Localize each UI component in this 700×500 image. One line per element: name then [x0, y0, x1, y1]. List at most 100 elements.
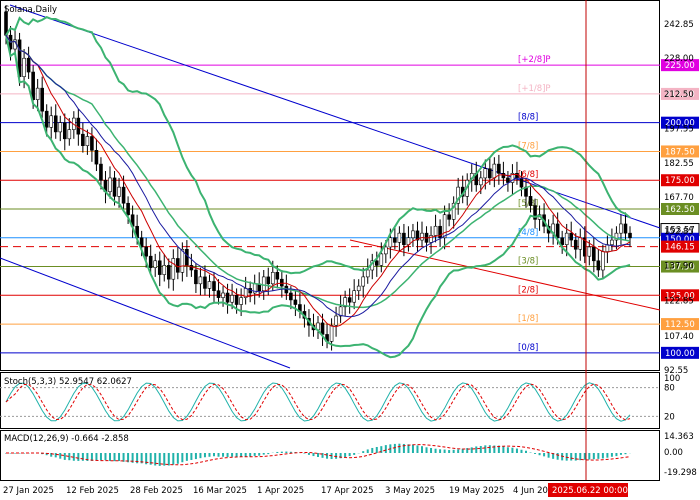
candle-body [85, 136, 90, 147]
macd-bar [538, 453, 541, 456]
macd-bar [307, 453, 310, 455]
candle-body [49, 115, 54, 128]
candle-body [31, 71, 35, 100]
macd-bar [452, 449, 455, 453]
macd-bar [543, 453, 546, 457]
candle-body [171, 258, 176, 280]
date-tick-label: 27 Jan 2025 [3, 486, 54, 496]
macd-bar [348, 453, 351, 457]
macd-bar [54, 453, 57, 458]
candle-body [176, 258, 180, 273]
macd-bar [14, 453, 17, 454]
candle-body [225, 292, 230, 303]
candle-body [148, 255, 153, 268]
candle-body [402, 232, 406, 245]
candle-body [347, 297, 352, 303]
macd-bar [502, 446, 505, 453]
macd-bar [280, 451, 283, 453]
candle-body [492, 163, 497, 179]
candle-body [573, 239, 578, 250]
stoch-tick-label: 80 [664, 384, 675, 394]
price-tick-label: 197.55 [664, 124, 694, 134]
macd-bar [588, 453, 591, 460]
candle-body [144, 246, 148, 257]
macd-bar [222, 453, 225, 457]
candle-body [334, 315, 338, 326]
macd-tick-label: 14.363 [664, 432, 694, 442]
candle-body [329, 324, 334, 342]
price-tick-label: 228.00 [664, 54, 694, 64]
murrey-label: [0/8] [518, 343, 538, 353]
macd-bar [303, 453, 306, 454]
macd-bar [619, 453, 622, 455]
macd-bar [217, 453, 220, 457]
macd-bar [515, 448, 518, 453]
candle-body [157, 260, 162, 275]
macd-bar [606, 453, 609, 458]
macd-bar [59, 453, 62, 459]
chart-title: Solana,Daily [4, 5, 57, 15]
candle-body [365, 269, 370, 278]
macd-bar [167, 453, 170, 466]
candle-body [623, 223, 628, 234]
murrey-price-label: 187.50 [665, 147, 695, 157]
candle-body [320, 322, 325, 335]
candle-body [519, 177, 524, 188]
price-line-label: 146.15 [665, 243, 695, 253]
macd-bar [235, 453, 238, 457]
macd-bar [425, 447, 428, 453]
macd-bar [104, 453, 107, 461]
price-tick-label: 122.85 [664, 296, 694, 306]
macd-bar [484, 445, 487, 453]
macd-bar [525, 450, 527, 453]
candle-body [393, 237, 397, 243]
murrey-price-label: 112.50 [665, 320, 695, 330]
candle-body [90, 136, 94, 151]
macd-bar [624, 453, 627, 455]
candle-body [270, 271, 275, 285]
candle-body [379, 253, 384, 266]
murrey-label: [3/8] [518, 257, 538, 267]
candle-body [230, 295, 234, 303]
murrey-label: [2/8] [518, 285, 538, 295]
macd-bar [583, 453, 586, 460]
candle-body [121, 186, 126, 204]
macd-tick-label: 0.00 [664, 448, 683, 458]
candle-body [35, 87, 40, 100]
candle-body [592, 246, 596, 262]
macd-bar [185, 453, 188, 461]
macd-bar [163, 453, 166, 466]
macd-bar [457, 449, 460, 453]
macd-bar [511, 447, 514, 453]
macd-bar [99, 453, 102, 461]
price-tick-label: 152.85 [664, 227, 694, 237]
macd-bar [199, 453, 202, 459]
candle-body [483, 168, 488, 179]
candle-body [411, 230, 415, 239]
macd-bar [267, 453, 270, 455]
candle-body [212, 281, 216, 292]
candle-body [99, 163, 103, 181]
candle-body [388, 237, 393, 248]
cursor-time-label: 2025.06.22 00:00 [552, 486, 628, 496]
candle-body [478, 177, 483, 186]
macd-bar [416, 445, 419, 453]
candle-body [488, 168, 492, 179]
macd-bar [226, 453, 229, 457]
macd-bar [113, 453, 116, 462]
murrey-price-label: 162.50 [665, 205, 695, 215]
candle-body [442, 214, 447, 239]
candle-body [501, 173, 506, 179]
macd-bar [615, 453, 618, 457]
macd-bar [556, 453, 559, 460]
macd-bar [276, 451, 279, 453]
candle-body [447, 214, 451, 220]
candle-body [53, 115, 58, 133]
macd-bar [63, 453, 66, 460]
macd-bar [285, 451, 288, 453]
candle-body [162, 265, 167, 275]
candle-body [26, 57, 31, 73]
macd-tick-label: -19.298 [664, 468, 697, 478]
stoch-tick-label: 100 [664, 374, 680, 384]
macd-bar [398, 443, 401, 453]
